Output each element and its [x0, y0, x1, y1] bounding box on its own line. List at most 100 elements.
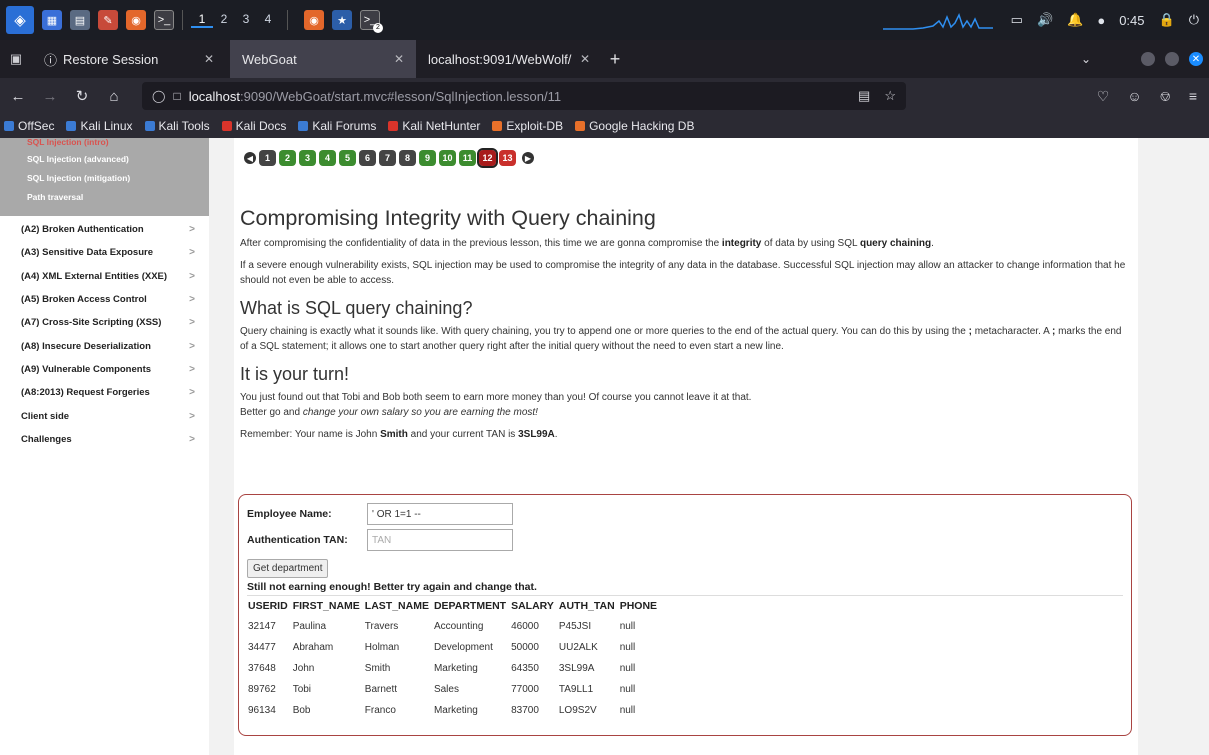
forward-arrow-icon[interactable]: → [36, 88, 64, 105]
sidebar-category[interactable]: (A8:2013) Request Forgeries > [0, 381, 209, 404]
sidebar-category[interactable]: (A5) Broken Access Control > [0, 288, 209, 311]
table-row: 32147 Paulina Travers Accounting 46000 P45JSI… [247, 616, 661, 637]
table-cell: 3SL99A [558, 663, 595, 674]
sidebar-category[interactable]: Challenges > [0, 428, 209, 451]
clock-time[interactable]: 0:45 [1119, 13, 1144, 28]
notification-bell-icon[interactable]: 🔔 [1067, 12, 1083, 28]
power-icon[interactable]: ⏻ [1189, 12, 1199, 28]
maximize-button[interactable] [1165, 52, 1179, 66]
terminal-window-icon[interactable]: >_ 2 [360, 10, 383, 33]
sidebar-category[interactable]: (A7) Cross-Site Scripting (XSS) > [0, 311, 209, 334]
workspace-switcher-icon[interactable]: ▦ [42, 10, 62, 30]
lesson-page-button[interactable]: 13 [499, 150, 516, 166]
lesson-page-button[interactable]: 6 [359, 150, 376, 166]
tab-list-chevron-icon[interactable]: ⌄ [1081, 52, 1091, 66]
bookmark-item[interactable]: Kali Forums [298, 119, 376, 133]
reload-icon[interactable]: ↻ [68, 87, 96, 105]
display-icon[interactable]: ▭ [1011, 12, 1023, 28]
table-cell: John [292, 663, 315, 674]
lesson-text: Compromising Integrity with Query chaini… [240, 204, 1130, 449]
extensions-icon[interactable]: ⎊ [1160, 88, 1171, 105]
page-button-list: 1 2 3 4 5 6 7 8 9 10 11 12 13 [259, 148, 519, 168]
bookmark-label: Kali Tools [158, 119, 210, 133]
burp-window-icon[interactable]: ★ [332, 10, 352, 30]
workspace-4[interactable]: 4 [257, 12, 279, 28]
lesson-page-button[interactable]: 12 [477, 148, 498, 168]
lesson-page-button[interactable]: 1 [259, 150, 276, 166]
sidebar-subitem[interactable]: SQL Injection (advanced) [0, 152, 209, 171]
page-right-gutter [1138, 138, 1209, 755]
feedback-message: Still not earning enough! Better try aga… [247, 581, 1123, 596]
category-list: (A2) Broken Authentication > (A3) Sensitiv… [0, 216, 209, 451]
sidebar-category[interactable]: (A3) Sensitive Data Exposure > [0, 241, 209, 264]
lesson-page-button[interactable]: 9 [419, 150, 436, 166]
minimize-button[interactable] [1141, 52, 1155, 66]
menu-icon[interactable]: ≡ [1189, 88, 1197, 105]
kali-menu-icon[interactable]: ◈ [6, 6, 34, 34]
file-manager-icon[interactable]: ▤ [70, 10, 90, 30]
column-header: PHONE [619, 600, 658, 612]
sidebar-category[interactable]: (A2) Broken Authentication > [0, 218, 209, 241]
next-page-icon[interactable]: ▶ [522, 152, 534, 164]
close-icon[interactable]: ✕ [394, 52, 404, 66]
close-icon[interactable]: ✕ [580, 52, 590, 66]
sidebar-category-label: (A2) Broken Authentication [21, 224, 144, 236]
account-icon[interactable]: ☺ [1127, 88, 1141, 105]
bookmark-item[interactable]: Kali Docs [221, 119, 286, 133]
bookmark-item[interactable]: Kali Linux [66, 119, 133, 133]
lesson-page-button[interactable]: 7 [379, 150, 396, 166]
tab-webwolf[interactable]: localhost:9091/WebWolf/ho ✕ [416, 40, 602, 78]
tab-restore-session[interactable]: ⓘ Restore Session ✕ [32, 40, 226, 78]
bookmark-star-icon[interactable]: ☆ [884, 88, 896, 104]
lesson-page-button[interactable]: 4 [319, 150, 336, 166]
pocket-icon[interactable]: ♡ [1097, 88, 1110, 105]
workspace-2[interactable]: 2 [213, 12, 235, 28]
workspace-3[interactable]: 3 [235, 12, 257, 28]
lesson-page-button[interactable]: 5 [339, 150, 356, 166]
page-icon[interactable]: □ [173, 89, 180, 103]
sidebar-category[interactable]: (A4) XML External Entities (XXE) > [0, 265, 209, 288]
back-arrow-icon[interactable]: ← [4, 88, 32, 105]
lesson-page-button[interactable]: 8 [399, 150, 416, 166]
home-icon[interactable]: ⌂ [100, 88, 128, 105]
lesson-page-button[interactable]: 10 [439, 150, 456, 166]
tan-input[interactable] [367, 529, 513, 551]
bookmark-item[interactable]: Google Hacking DB [575, 119, 694, 133]
tab-webgoat[interactable]: WebGoat ✕ [230, 40, 416, 78]
bookmark-item[interactable]: OffSec [4, 119, 54, 133]
close-icon[interactable]: ✕ [204, 52, 214, 66]
sidebar-subitem[interactable]: SQL Injection (mitigation) [0, 171, 209, 190]
sidebar-category[interactable]: Client side > [0, 404, 209, 427]
firefox-window-icon[interactable]: ◉ [304, 10, 324, 30]
sidebar-subitem[interactable]: SQL Injection (intro) [0, 138, 209, 152]
lesson-page-button[interactable]: 11 [459, 150, 476, 166]
bookmark-item[interactable]: Kali Tools [144, 119, 210, 133]
sidebar-category[interactable]: (A9) Vulnerable Components > [0, 358, 209, 381]
shield-icon[interactable]: ◯ [152, 89, 165, 103]
close-window-button[interactable]: ✕ [1189, 52, 1203, 66]
chevron-right-icon: > [189, 433, 195, 445]
bookmark-item[interactable]: Exploit-DB [492, 119, 563, 133]
bookmark-item[interactable]: Kali NetHunter [388, 119, 480, 133]
get-department-button[interactable]: Get department [247, 559, 329, 578]
new-tab-button[interactable]: + [602, 49, 628, 70]
lesson-page-button[interactable]: 2 [279, 150, 296, 166]
text-editor-icon[interactable]: ✎ [98, 10, 118, 30]
url-bar[interactable]: ◯ □ localhost:9090/WebGoat/start.mvc#les… [142, 82, 906, 110]
volume-icon[interactable]: 🔊 [1037, 12, 1053, 28]
previous-page-icon[interactable]: ◀ [244, 152, 256, 164]
employee-name-input[interactable] [367, 503, 513, 525]
workspace-1[interactable]: 1 [191, 12, 213, 28]
sidebar-category[interactable]: (A8) Insecure Deserialization > [0, 334, 209, 357]
employee-name-label: Employee Name: [247, 508, 332, 520]
tab-overview-icon[interactable]: ▣ [0, 51, 32, 67]
chaining-paragraph: Query chaining is exactly what it sounds… [240, 324, 1130, 354]
lesson-page-button[interactable]: 3 [299, 150, 316, 166]
firefox-icon[interactable]: ◉ [126, 10, 146, 30]
terminal-icon[interactable]: >_ [154, 10, 174, 30]
sidebar-subitem[interactable]: Path traversal [0, 190, 209, 209]
lock-icon[interactable]: 🔒 [1159, 12, 1175, 28]
reader-view-icon[interactable]: ▤ [858, 88, 870, 104]
table-cell: 96134 [248, 705, 276, 716]
table-cell: Bob [292, 705, 311, 716]
